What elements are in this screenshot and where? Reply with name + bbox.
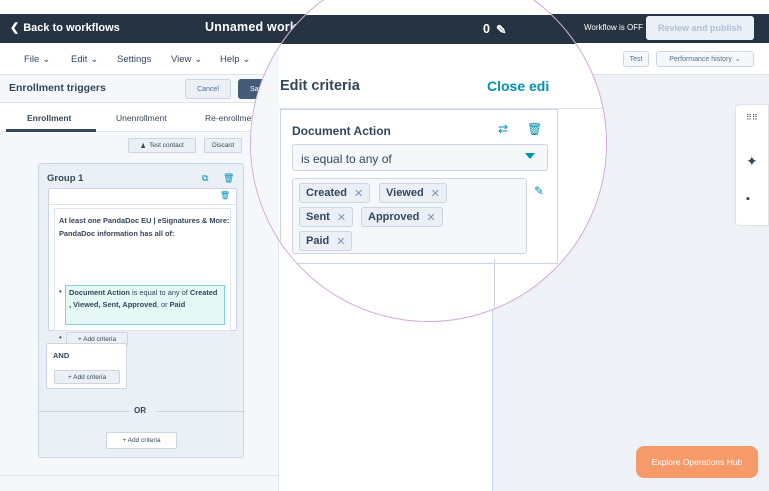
tab-reenrollment[interactable]: Re-enrollmen bbox=[205, 113, 256, 123]
criterion-values-last: Paid bbox=[169, 299, 186, 309]
tag-label: Sent bbox=[306, 211, 330, 223]
menu-settings[interactable]: Settings bbox=[117, 54, 151, 65]
criteria-property: Document Action bbox=[292, 124, 391, 138]
lens-top-bar bbox=[251, 15, 606, 44]
magnifier-lens: 0 ✎ Edit criteria Close edi Document Act… bbox=[250, 0, 607, 322]
add-criteria-button[interactable]: + Add criteria bbox=[54, 370, 120, 384]
panel-body: ♟ Test contact Discard Group 1 ⧉ 🗑 🗑 At … bbox=[0, 133, 278, 491]
menu-view-label: View bbox=[171, 54, 192, 65]
filter-card: 🗑 At least one PandaDoc EU | eSignatures… bbox=[48, 188, 237, 346]
pencil-icon[interactable]: ✎ bbox=[496, 22, 506, 37]
criterion-property: Document Action bbox=[69, 288, 130, 297]
close-edit-link[interactable]: Close edi bbox=[487, 78, 549, 94]
panel-header: Enrollment triggers Cancel Save bbox=[0, 75, 278, 103]
value-tag-sent[interactable]: Sent ✕ bbox=[299, 207, 354, 227]
chat-icon[interactable]: ▪ bbox=[746, 193, 750, 205]
performance-history-label: Performance history bbox=[669, 55, 732, 63]
divider bbox=[0, 475, 278, 476]
add-criteria-button[interactable]: + Add criteria bbox=[106, 432, 177, 449]
chevron-down-icon: ⌄ bbox=[90, 54, 99, 65]
performance-history-button[interactable]: Performance history ⌄ bbox=[656, 51, 754, 67]
and-group: AND + Add criteria bbox=[46, 343, 127, 389]
close-icon[interactable]: ✕ bbox=[336, 235, 345, 248]
discard-button[interactable]: Discard bbox=[204, 138, 242, 153]
condition-text: At least one PandaDoc EU | eSignatures &… bbox=[59, 216, 230, 238]
test-contact-button[interactable]: ♟ Test contact bbox=[128, 138, 196, 153]
clone-icon[interactable]: ⧉ bbox=[202, 173, 208, 184]
group-title: Group 1 bbox=[47, 173, 84, 184]
menu-file[interactable]: File ⌄ bbox=[24, 54, 50, 65]
menu-edit-label: Edit bbox=[71, 54, 88, 65]
close-icon[interactable]: ✕ bbox=[337, 211, 346, 224]
values-field[interactable]: Created ✕ Viewed ✕ Sent ✕ Approved ✕ Paid ✕ bbox=[292, 178, 527, 254]
value-tag-paid[interactable]: Paid ✕ bbox=[299, 231, 353, 251]
edit-criteria-title: Edit criteria bbox=[280, 78, 360, 94]
sparkle-icon[interactable]: ✦ bbox=[746, 153, 758, 170]
criterion-or: , or bbox=[156, 299, 170, 309]
pencil-icon[interactable]: ✎ bbox=[534, 184, 544, 198]
tag-label: Created bbox=[306, 187, 347, 199]
tab-unenrollment[interactable]: Unenrollment bbox=[116, 113, 167, 123]
grid-icon[interactable]: ⠿⠿ bbox=[746, 113, 758, 122]
chevron-down-icon: ⌄ bbox=[42, 54, 51, 65]
test-contact-label: Test contact bbox=[149, 142, 184, 149]
side-toolbar: ⠿⠿ ✦ ▪ bbox=[735, 104, 769, 226]
close-icon[interactable]: ✕ bbox=[354, 187, 363, 200]
menu-help-label: Help bbox=[220, 54, 240, 65]
operator-select[interactable]: is equal to any of bbox=[292, 144, 548, 171]
swap-icon[interactable]: ⇄ bbox=[498, 122, 508, 136]
caret-down-icon bbox=[525, 153, 535, 159]
divider bbox=[39, 411, 129, 412]
value-tag-approved[interactable]: Approved ✕ bbox=[361, 207, 443, 227]
divider bbox=[157, 411, 245, 412]
test-button[interactable]: Test bbox=[623, 51, 649, 67]
tag-label: Paid bbox=[306, 235, 330, 247]
tag-label: Viewed bbox=[386, 187, 424, 199]
trash-icon[interactable]: 🗑 bbox=[220, 191, 230, 200]
explore-operations-hub-button[interactable]: Explore Operations Hub bbox=[636, 446, 758, 478]
menu-view[interactable]: View ⌄ bbox=[171, 54, 202, 65]
back-label: Back to workflows bbox=[23, 21, 120, 34]
back-button[interactable]: ❮ Back to workflows bbox=[10, 21, 120, 35]
or-label: OR bbox=[134, 406, 146, 415]
chevron-down-icon: ⌄ bbox=[194, 54, 203, 65]
menu-settings-label: Settings bbox=[117, 54, 152, 65]
person-icon: ♟ bbox=[140, 142, 147, 150]
trigger-tabs: Enrollment Unenrollment Re-enrollmen bbox=[0, 104, 278, 132]
menu-edit[interactable]: Edit ⌄ bbox=[71, 54, 98, 65]
criterion-operator: is equal to any of bbox=[129, 288, 190, 297]
divider bbox=[494, 259, 495, 321]
active-tab-indicator bbox=[6, 129, 96, 132]
workflow-title-tail-text: 0 bbox=[483, 22, 490, 36]
chevron-down-icon: ⌄ bbox=[734, 56, 741, 63]
operator-value: is equal to any of bbox=[301, 152, 392, 166]
close-icon[interactable]: ✕ bbox=[431, 187, 440, 200]
menu-help[interactable]: Help ⌄ bbox=[220, 54, 251, 65]
filter-card-toolbar: 🗑 bbox=[49, 189, 236, 205]
trash-icon[interactable]: 🗑 bbox=[223, 173, 234, 184]
cancel-button[interactable]: Cancel bbox=[185, 79, 231, 99]
criterion-item[interactable]: Document Action is equal to any of Creat… bbox=[65, 285, 225, 325]
tab-enrollment[interactable]: Enrollment bbox=[27, 113, 71, 123]
chevron-left-icon: ❮ bbox=[10, 22, 20, 34]
filter-group: Group 1 ⧉ 🗑 🗑 At least one PandaDoc EU |… bbox=[38, 163, 245, 458]
bullet-icon: • bbox=[59, 287, 62, 296]
menu-file-label: File bbox=[24, 54, 40, 65]
value-tag-created[interactable]: Created ✕ bbox=[299, 183, 371, 203]
criteria-card: Document Action ⇄ 🗑 is equal to any of C… bbox=[280, 109, 558, 264]
review-and-publish-button[interactable]: Review and publish bbox=[646, 16, 754, 40]
panel-title: Enrollment triggers bbox=[9, 82, 106, 94]
chevron-down-icon: ⌄ bbox=[242, 54, 251, 65]
enrollment-panel: Enrollment triggers Cancel Save Enrollme… bbox=[0, 75, 278, 491]
trash-icon[interactable]: 🗑 bbox=[527, 122, 542, 136]
lens-left-edge bbox=[251, 44, 279, 321]
close-icon[interactable]: ✕ bbox=[426, 211, 435, 224]
bullet-icon: • bbox=[59, 333, 62, 342]
value-tag-viewed[interactable]: Viewed ✕ bbox=[379, 183, 447, 203]
workflow-title-tail[interactable]: 0 ✎ bbox=[483, 22, 506, 37]
tag-label: Approved bbox=[368, 211, 420, 223]
and-label: AND bbox=[53, 351, 70, 360]
